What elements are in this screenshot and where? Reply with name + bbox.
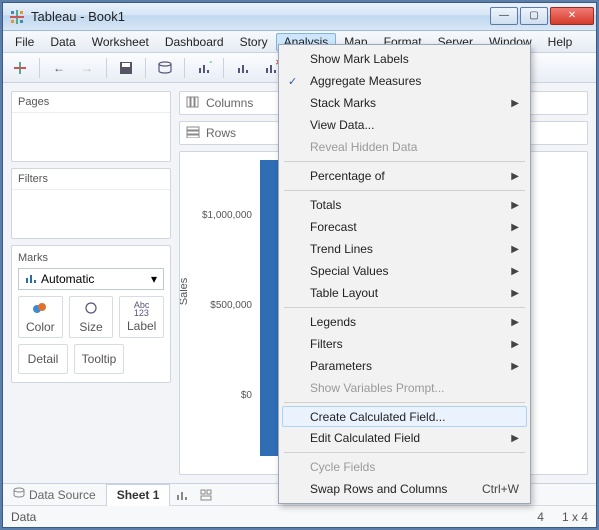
menu-separator [284, 161, 525, 162]
svg-text:+: + [209, 60, 212, 69]
submenu-arrow-icon: ▶ [511, 288, 519, 299]
menu-item-parameters[interactable]: Parameters▶ [282, 355, 527, 377]
maximize-button[interactable]: ▢ [520, 7, 548, 25]
mark-type-label: Automatic [41, 272, 94, 286]
menu-worksheet[interactable]: Worksheet [84, 33, 157, 51]
menu-item-filters[interactable]: Filters▶ [282, 333, 527, 355]
menu-item-forecast[interactable]: Forecast▶ [282, 216, 527, 238]
window-controls: — ▢ ✕ [488, 7, 594, 27]
submenu-arrow-icon: ▶ [511, 98, 519, 109]
menu-story[interactable]: Story [232, 33, 276, 51]
app-window: Tableau - Book1 — ▢ ✕ File Data Workshee… [2, 2, 597, 528]
pages-shelf-title: Pages [12, 92, 170, 113]
analysis-menu-dropdown: Show Mark Labels ✓Aggregate Measures Sta… [278, 44, 531, 504]
forward-button[interactable]: → [76, 57, 98, 79]
tableau-logo-icon [9, 9, 25, 25]
pages-shelf[interactable]: Pages [11, 91, 171, 162]
new-dashboard-tab-button[interactable] [194, 484, 218, 506]
columns-label: Columns [206, 96, 253, 110]
marks-label-button[interactable]: Abc123 Label [119, 296, 164, 338]
menu-separator [284, 190, 525, 191]
submenu-arrow-icon: ▶ [511, 361, 519, 372]
close-button[interactable]: ✕ [550, 7, 594, 25]
mark-type-select[interactable]: Automatic ▾ [18, 268, 164, 290]
menu-accelerator: Ctrl+W [482, 482, 519, 496]
menu-item-create-calculated-field[interactable]: Create Calculated Field... [282, 406, 527, 427]
menu-item-edit-calculated-field[interactable]: Edit Calculated Field▶ [282, 427, 527, 449]
menu-item-show-variables-prompt: Show Variables Prompt... [282, 377, 527, 399]
marks-tooltip-button[interactable]: Tooltip [74, 344, 124, 374]
menu-item-percentage-of[interactable]: Percentage of▶ [282, 165, 527, 187]
menu-item-table-layout[interactable]: Table Layout▶ [282, 282, 527, 304]
menu-separator [284, 452, 525, 453]
menu-dashboard[interactable]: Dashboard [157, 33, 232, 51]
menu-item-swap-rows-columns[interactable]: Swap Rows and ColumnsCtrl+W [282, 478, 527, 500]
filters-shelf-title: Filters [12, 169, 170, 190]
bar-chart-icon [25, 272, 37, 287]
filters-shelf[interactable]: Filters [11, 168, 171, 239]
rows-icon [186, 126, 200, 141]
check-icon: ✓ [288, 75, 297, 88]
submenu-arrow-icon: ▶ [511, 317, 519, 328]
window-title: Tableau - Book1 [31, 9, 488, 24]
status-marks: 4 [537, 510, 544, 524]
columns-icon [186, 96, 200, 111]
y-tick: $1,000,000 [192, 210, 252, 221]
submenu-arrow-icon: ▶ [511, 266, 519, 277]
back-button[interactable]: ← [48, 57, 70, 79]
status-rowscols: 1 x 4 [562, 510, 588, 524]
submenu-arrow-icon: ▶ [511, 222, 519, 233]
menu-item-aggregate-measures[interactable]: ✓Aggregate Measures [282, 70, 527, 92]
tab-sheet-1[interactable]: Sheet 1 [106, 484, 171, 506]
color-icon [32, 301, 48, 318]
rows-label: Rows [206, 126, 236, 140]
menu-help[interactable]: Help [540, 33, 581, 51]
submenu-arrow-icon: ▶ [511, 244, 519, 255]
label-icon: Abc123 [134, 301, 150, 317]
menu-item-show-mark-labels[interactable]: Show Mark Labels [282, 48, 527, 70]
duplicate-sheet-button[interactable] [232, 57, 254, 79]
submenu-arrow-icon: ▶ [511, 433, 519, 444]
submenu-arrow-icon: ▶ [511, 339, 519, 350]
y-tick: $500,000 [192, 300, 252, 311]
new-worksheet-tab-button[interactable] [170, 484, 194, 506]
size-icon [83, 301, 99, 318]
datasource-icon [13, 487, 25, 502]
menu-item-legends[interactable]: Legends▶ [282, 311, 527, 333]
menu-separator [284, 307, 525, 308]
status-row: Data 4 1 x 4 [3, 506, 596, 528]
menu-item-view-data[interactable]: View Data... [282, 114, 527, 136]
menu-item-reveal-hidden-data: Reveal Hidden Data [282, 136, 527, 158]
menu-item-trend-lines[interactable]: Trend Lines▶ [282, 238, 527, 260]
menu-item-totals[interactable]: Totals▶ [282, 194, 527, 216]
status-data-label: Data [11, 510, 36, 524]
new-worksheet-button[interactable]: + [193, 57, 215, 79]
chevron-down-icon: ▾ [151, 272, 157, 286]
marks-card-title: Marks [18, 250, 164, 268]
new-datasource-button[interactable] [154, 57, 176, 79]
marks-card: Marks Automatic ▾ Color Size [11, 245, 171, 383]
save-button[interactable] [115, 57, 137, 79]
logo-icon[interactable] [9, 57, 31, 79]
marks-detail-button[interactable]: Detail [18, 344, 68, 374]
menu-file[interactable]: File [7, 33, 42, 51]
submenu-arrow-icon: ▶ [511, 171, 519, 182]
side-panels: Pages Filters Marks Automatic ▾ [11, 91, 171, 475]
menu-item-stack-marks[interactable]: Stack Marks▶ [282, 92, 527, 114]
marks-size-button[interactable]: Size [69, 296, 114, 338]
marks-color-button[interactable]: Color [18, 296, 63, 338]
menu-separator [284, 402, 525, 403]
menu-item-special-values[interactable]: Special Values▶ [282, 260, 527, 282]
y-axis-label: Sales [179, 278, 190, 306]
submenu-arrow-icon: ▶ [511, 200, 519, 211]
menu-data[interactable]: Data [42, 33, 83, 51]
titlebar: Tableau - Book1 — ▢ ✕ [3, 3, 596, 31]
y-tick: $0 [192, 390, 252, 401]
menu-item-cycle-fields: Cycle Fields [282, 456, 527, 478]
tab-data-source[interactable]: Data Source [3, 487, 106, 502]
minimize-button[interactable]: — [490, 7, 518, 25]
